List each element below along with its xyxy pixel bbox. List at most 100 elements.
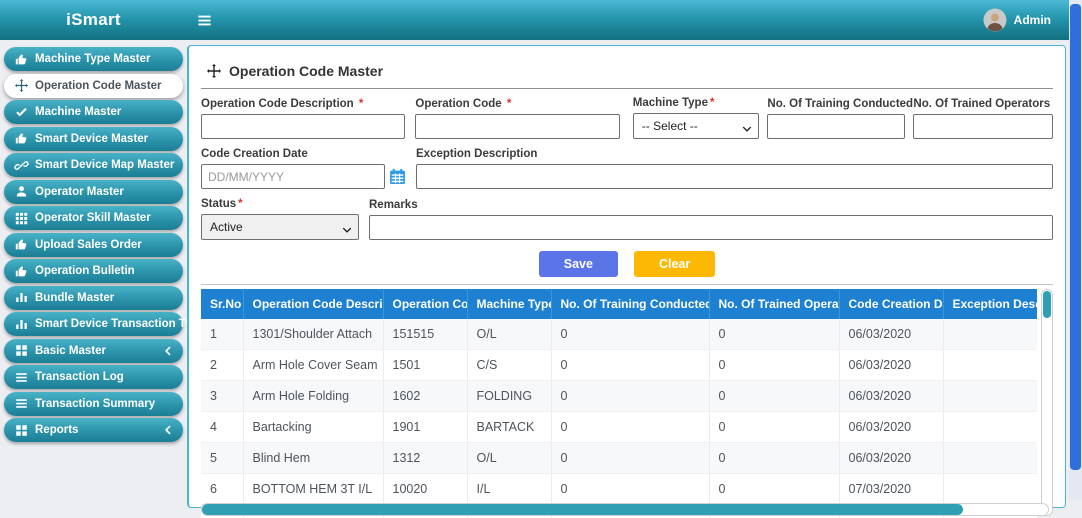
calendar-icon[interactable] — [389, 168, 406, 185]
sidebar-item-transaction-summary[interactable]: Transaction Summary — [4, 392, 183, 416]
link-icon — [15, 159, 28, 172]
table-cell: 3 — [201, 381, 243, 412]
operation-code-description-input[interactable] — [201, 114, 405, 139]
chart-bar-icon — [15, 291, 28, 304]
table-cell: 0 — [551, 381, 709, 412]
status-select[interactable]: Active — [201, 214, 359, 240]
horizontal-scrollbar-thumb[interactable] — [202, 504, 963, 515]
exception-description-input[interactable] — [416, 164, 1053, 189]
hamburger-menu-icon[interactable] — [197, 13, 212, 28]
squares-icon — [15, 424, 28, 437]
operation-code-table: Sr.NoOperation Code DescriptionOperation… — [201, 289, 1037, 518]
sidebar-item-machine-master[interactable]: Machine Master — [4, 100, 183, 124]
results-table-zone: Sr.NoOperation Code DescriptionOperation… — [201, 289, 1053, 518]
remarks-input[interactable] — [369, 215, 1053, 240]
table-cell: Arm Hole Cover Seam — [243, 350, 383, 381]
code-creation-date-input[interactable] — [201, 164, 385, 189]
trained-operators-label: No. Of Trained Operators — [913, 98, 1053, 110]
move-icon — [15, 79, 28, 92]
form-table-divider — [201, 284, 1053, 285]
sidebar: Machine Type Master Operation Code Maste… — [0, 40, 187, 500]
sidebar-item-operation-bulletin[interactable]: Operation Bulletin — [4, 259, 183, 283]
table-vertical-scrollbar[interactable] — [1041, 289, 1053, 516]
table-cell: O/L — [467, 319, 551, 350]
table-cell: 1301/Shoulder Attach — [243, 319, 383, 350]
clear-button[interactable]: Clear — [634, 251, 715, 277]
table-cell: 0 — [551, 350, 709, 381]
hand-pointer-icon — [15, 238, 28, 251]
sidebar-item-upload-sales-order[interactable]: Upload Sales Order — [4, 233, 183, 257]
training-conducted-input[interactable] — [767, 114, 905, 139]
sidebar-item-operator-master[interactable]: Operator Master — [4, 180, 183, 204]
page-scrollbar[interactable] — [1069, 0, 1082, 500]
table-cell — [943, 381, 1037, 412]
column-header: Exception Description — [943, 289, 1037, 319]
table-cell: 0 — [709, 412, 839, 443]
chevron-left-icon — [163, 425, 173, 435]
sidebar-item-label: Smart Device Map Master — [35, 159, 174, 171]
column-header: Sr.No — [201, 289, 243, 319]
sidebar-item-smart-device-transaction-type[interactable]: Smart Device Transaction Type — [4, 312, 183, 336]
table-cell: Arm Hole Folding — [243, 381, 383, 412]
sidebar-item-label: Basic Master — [35, 345, 106, 357]
table-cell: 5 — [201, 443, 243, 474]
table-cell: 06/03/2020 — [839, 443, 943, 474]
table-row[interactable]: 2Arm Hole Cover Seam1501C/S0006/03/2020 — [201, 350, 1037, 381]
table-cell: 1901 — [383, 412, 467, 443]
table-cell: 1501 — [383, 350, 467, 381]
table-row[interactable]: 4Bartacking1901BARTACK0006/03/2020 — [201, 412, 1037, 443]
vertical-scrollbar-thumb[interactable] — [1043, 291, 1051, 318]
chart-bar-icon — [15, 318, 28, 331]
list-icon — [15, 371, 28, 384]
hand-pointer-icon — [15, 53, 28, 66]
column-header: Machine Type — [467, 289, 551, 319]
operation-code-input[interactable] — [415, 114, 619, 139]
table-cell: 1312 — [383, 443, 467, 474]
machine-type-select[interactable]: -- Select -- — [633, 113, 760, 139]
sidebar-item-smart-device-map-master[interactable]: Smart Device Map Master — [4, 153, 183, 177]
table-cell — [943, 350, 1037, 381]
operation-code-description-label: Operation Code Description * — [201, 98, 405, 110]
hand-pointer-icon — [15, 265, 28, 278]
page-scrollbar-thumb[interactable] — [1070, 4, 1081, 470]
sidebar-item-smart-device-master[interactable]: Smart Device Master — [4, 127, 183, 151]
table-cell: BARTACK — [467, 412, 551, 443]
status-label: Status* — [201, 198, 359, 210]
training-conducted-label: No. Of Training Conducted — [767, 98, 905, 110]
sidebar-item-label: Bundle Master — [35, 292, 114, 304]
sidebar-item-label: Transaction Summary — [35, 398, 155, 410]
sidebar-item-reports[interactable]: Reports — [4, 418, 183, 442]
sidebar-item-label: Smart Device Master — [35, 133, 148, 145]
grid-icon — [15, 212, 28, 225]
sidebar-item-label: Operator Skill Master — [35, 212, 151, 224]
main-panel: Operation Code Master Operation Code Des… — [187, 45, 1066, 508]
sidebar-item-label: Operation Bulletin — [35, 265, 135, 277]
table-cell: 4 — [201, 412, 243, 443]
user-icon — [15, 185, 28, 198]
table-cell: 151515 — [383, 319, 467, 350]
table-row[interactable]: 5Blind Hem1312O/L0006/03/2020 — [201, 443, 1037, 474]
sidebar-item-operation-code-master[interactable]: Operation Code Master — [4, 74, 183, 98]
table-cell: 1602 — [383, 381, 467, 412]
table-cell: 2 — [201, 350, 243, 381]
sidebar-item-basic-master[interactable]: Basic Master — [4, 339, 183, 363]
table-row[interactable]: 11301/Shoulder Attach151515O/L0006/03/20… — [201, 319, 1037, 350]
sidebar-item-label: Reports — [35, 424, 78, 436]
sidebar-item-bundle-master[interactable]: Bundle Master — [4, 286, 183, 310]
column-header: Operation Code Description — [243, 289, 383, 319]
sidebar-item-label: Machine Type Master — [35, 53, 150, 65]
trained-operators-input[interactable] — [913, 114, 1053, 139]
user-menu[interactable]: Admin — [983, 8, 1051, 32]
operation-code-label: Operation Code * — [415, 98, 619, 110]
save-button[interactable]: Save — [539, 251, 618, 277]
table-cell: Bartacking — [243, 412, 383, 443]
sidebar-item-transaction-log[interactable]: Transaction Log — [4, 365, 183, 389]
table-cell: FOLDING — [467, 381, 551, 412]
sidebar-item-machine-type-master[interactable]: Machine Type Master — [4, 47, 183, 71]
user-name: Admin — [1014, 13, 1051, 27]
table-horizontal-scrollbar[interactable] — [201, 503, 1049, 516]
column-header: Operation Code — [383, 289, 467, 319]
sidebar-item-operator-skill-master[interactable]: Operator Skill Master — [4, 206, 183, 230]
table-cell: 0 — [709, 381, 839, 412]
table-row[interactable]: 3Arm Hole Folding1602FOLDING0006/03/2020 — [201, 381, 1037, 412]
